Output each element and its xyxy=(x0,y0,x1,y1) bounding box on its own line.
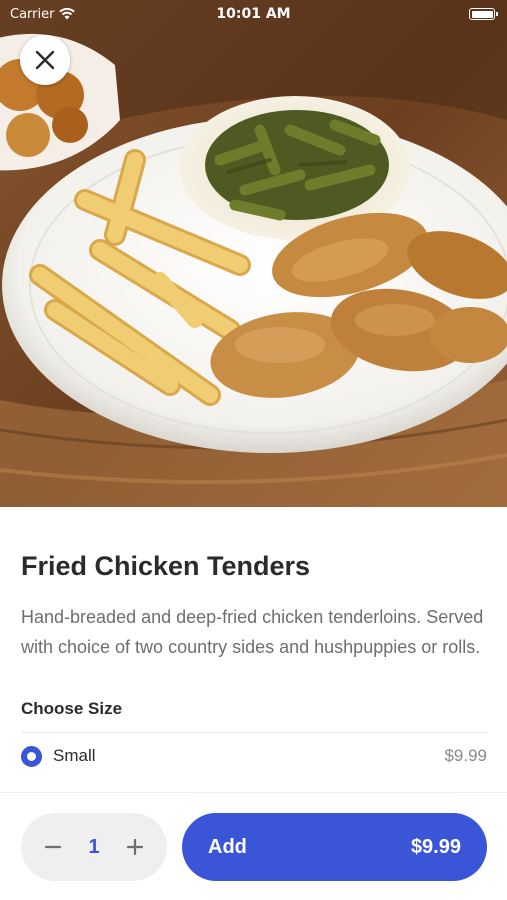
close-icon xyxy=(35,50,55,70)
minus-icon xyxy=(44,845,62,849)
status-bar: Carrier 10:01 AM xyxy=(0,0,507,28)
item-photo xyxy=(0,0,507,507)
add-button-label: Add xyxy=(208,835,247,858)
size-section-heading: Choose Size xyxy=(21,699,123,718)
size-option-label: Small xyxy=(53,746,96,765)
add-to-order-button[interactable]: Add $9.99 xyxy=(182,813,487,881)
wifi-icon xyxy=(59,8,76,20)
carrier-label: Carrier xyxy=(10,6,55,22)
quantity-value: 1 xyxy=(88,835,100,858)
clock: 10:01 AM xyxy=(216,6,291,22)
order-bar: 1 Add $9.99 xyxy=(0,792,507,900)
battery-level xyxy=(471,10,493,18)
radio-selected-icon[interactable] xyxy=(21,745,42,767)
battery-icon xyxy=(469,8,498,20)
plus-icon xyxy=(126,838,144,856)
quantity-stepper: 1 xyxy=(21,813,167,881)
close-button[interactable] xyxy=(20,35,70,85)
size-option-small[interactable]: Small $9.99 xyxy=(21,733,487,779)
food-photo-illustration xyxy=(0,0,507,507)
add-button-price: $9.99 xyxy=(410,835,461,858)
item-description: Hand-breaded and deep-fried chicken tend… xyxy=(21,607,484,657)
decrement-button[interactable] xyxy=(41,835,65,859)
size-option-price: $9.99 xyxy=(444,746,487,765)
increment-button[interactable] xyxy=(123,835,147,859)
item-details: Fried Chicken Tenders Hand-breaded and d… xyxy=(0,507,507,790)
item-title: Fried Chicken Tenders xyxy=(21,551,311,581)
status-left: Carrier xyxy=(10,6,76,22)
size-option-left: Small xyxy=(21,745,96,767)
